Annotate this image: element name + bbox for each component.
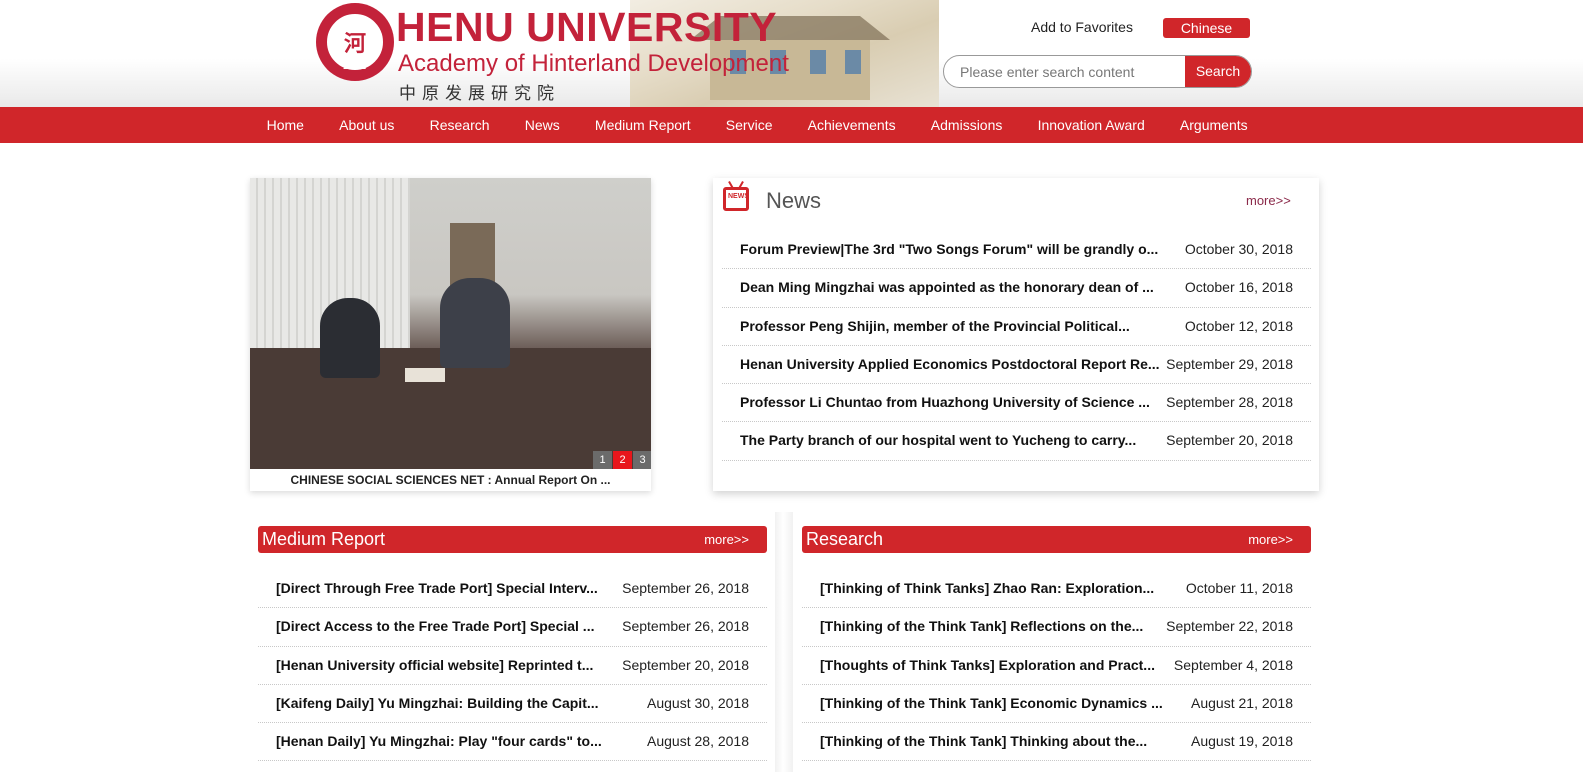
research-heading: Research bbox=[806, 529, 884, 549]
search-input[interactable] bbox=[960, 56, 1180, 87]
slider-caption[interactable]: CHINESE SOCIAL SCIENCES NET : Annual Rep… bbox=[250, 469, 651, 491]
slider-page-1[interactable]: 1 bbox=[593, 451, 612, 469]
medium-report-section: Medium Report more>> [Direct Through Fre… bbox=[258, 526, 767, 772]
list-item[interactable]: [Thinking of Think Tanks] Zhao Ran: Expl… bbox=[802, 570, 1311, 609]
medium-report-more-link[interactable]: more>> bbox=[704, 532, 749, 547]
list-item[interactable]: [Henan Daily] Yu Mingzhai: Play "four ca… bbox=[258, 723, 767, 762]
add-to-favorites-link[interactable]: Add to Favorites bbox=[1031, 19, 1133, 35]
nav-item-news[interactable]: News bbox=[507, 107, 577, 143]
image-slider: 1 2 3 CHINESE SOCIAL SCIENCES NET : Annu… bbox=[250, 178, 651, 491]
photo-person bbox=[440, 278, 510, 368]
nav-item-arguments[interactable]: Arguments bbox=[1162, 107, 1265, 143]
nav-item-research[interactable]: Research bbox=[412, 107, 507, 143]
nav-item-about-us[interactable]: About us bbox=[322, 107, 412, 143]
slider-page-3[interactable]: 3 bbox=[633, 451, 651, 469]
search-box: Search bbox=[943, 55, 1252, 88]
list-item[interactable]: [Thoughts of Think Tanks] Exploration an… bbox=[802, 647, 1311, 685]
seal-year: 1912 bbox=[342, 61, 368, 71]
list-item[interactable]: Professor Peng Shijin, member of the Pro… bbox=[722, 308, 1311, 346]
photo-name-card bbox=[405, 368, 445, 382]
nav-item-service[interactable]: Service bbox=[708, 107, 790, 143]
news-panel: NEWS News more>> Forum Preview|The 3rd "… bbox=[713, 178, 1319, 491]
tv-news-icon: NEWS bbox=[723, 187, 749, 211]
nav-item-achievements[interactable]: Achievements bbox=[790, 107, 913, 143]
list-item[interactable]: [Henan University official website] Repr… bbox=[258, 647, 767, 685]
list-item[interactable]: Henan University Applied Economics Postd… bbox=[722, 346, 1311, 385]
brand-subtitle: Academy of Hinterland Development bbox=[398, 50, 789, 77]
news-heading: News bbox=[766, 188, 822, 213]
slider-photo[interactable]: 1 2 3 bbox=[250, 178, 651, 469]
medium-report-heading: Medium Report bbox=[262, 529, 386, 549]
brand-title: HENU UNIVERSITY bbox=[396, 4, 778, 50]
brand-chinese-name: 中原发展研究院 bbox=[399, 84, 560, 104]
list-item[interactable]: [Kaifeng Daily] Yu Mingzhai: Building th… bbox=[258, 685, 767, 724]
university-seal-logo: 河 1912 bbox=[316, 3, 394, 81]
list-item[interactable]: [Direct Through Free Trade Port] Special… bbox=[258, 570, 767, 609]
research-header: Research more>> bbox=[802, 526, 1311, 553]
research-section: Research more>> [Thinking of Think Tanks… bbox=[802, 526, 1311, 772]
photo-person bbox=[320, 298, 380, 378]
brand-banner[interactable]: 河 1912 HENU UNIVERSITY Academy of Hinter… bbox=[314, 0, 939, 107]
nav-item-medium-report[interactable]: Medium Report bbox=[577, 107, 708, 143]
site-header: 河 1912 HENU UNIVERSITY Academy of Hinter… bbox=[0, 0, 1583, 107]
news-more-link[interactable]: more>> bbox=[1246, 193, 1291, 208]
main-nav: Home About us Research News Medium Repor… bbox=[0, 107, 1583, 143]
language-switch-button[interactable]: Chinese bbox=[1163, 18, 1250, 38]
list-item[interactable]: [Direct Access to the Free Trade Port] S… bbox=[258, 608, 767, 647]
building-window bbox=[810, 50, 826, 74]
list-item[interactable]: The Party branch of our hospital went to… bbox=[722, 422, 1311, 461]
research-list: [Thinking of Think Tanks] Zhao Ran: Expl… bbox=[802, 570, 1311, 762]
list-item[interactable]: Forum Preview|The 3rd "Two Songs Forum" … bbox=[722, 231, 1311, 270]
nav-item-admissions[interactable]: Admissions bbox=[913, 107, 1020, 143]
news-list: Forum Preview|The 3rd "Two Songs Forum" … bbox=[722, 231, 1311, 461]
medium-report-header: Medium Report more>> bbox=[258, 526, 767, 553]
list-item[interactable]: [Thinking of the Think Tank] Economic Dy… bbox=[802, 685, 1311, 724]
slider-page-2[interactable]: 2 bbox=[613, 451, 632, 469]
list-item[interactable]: Professor Li Chuntao from Huazhong Unive… bbox=[722, 384, 1311, 423]
nav-item-home[interactable]: Home bbox=[249, 107, 322, 143]
research-more-link[interactable]: more>> bbox=[1248, 532, 1293, 547]
nav-item-innovation-award[interactable]: Innovation Award bbox=[1020, 107, 1162, 143]
search-button[interactable]: Search bbox=[1185, 56, 1251, 87]
medium-report-list: [Direct Through Free Trade Port] Special… bbox=[258, 570, 767, 762]
slider-pagination: 1 2 3 bbox=[592, 451, 651, 469]
building-window bbox=[845, 50, 861, 74]
list-item[interactable]: [Thinking of the Think Tank] Thinking ab… bbox=[802, 723, 1311, 762]
list-item[interactable]: [Thinking of the Think Tank] Reflections… bbox=[802, 608, 1311, 647]
column-divider bbox=[775, 512, 793, 772]
list-item[interactable]: Dean Ming Mingzhai was appointed as the … bbox=[722, 269, 1311, 308]
